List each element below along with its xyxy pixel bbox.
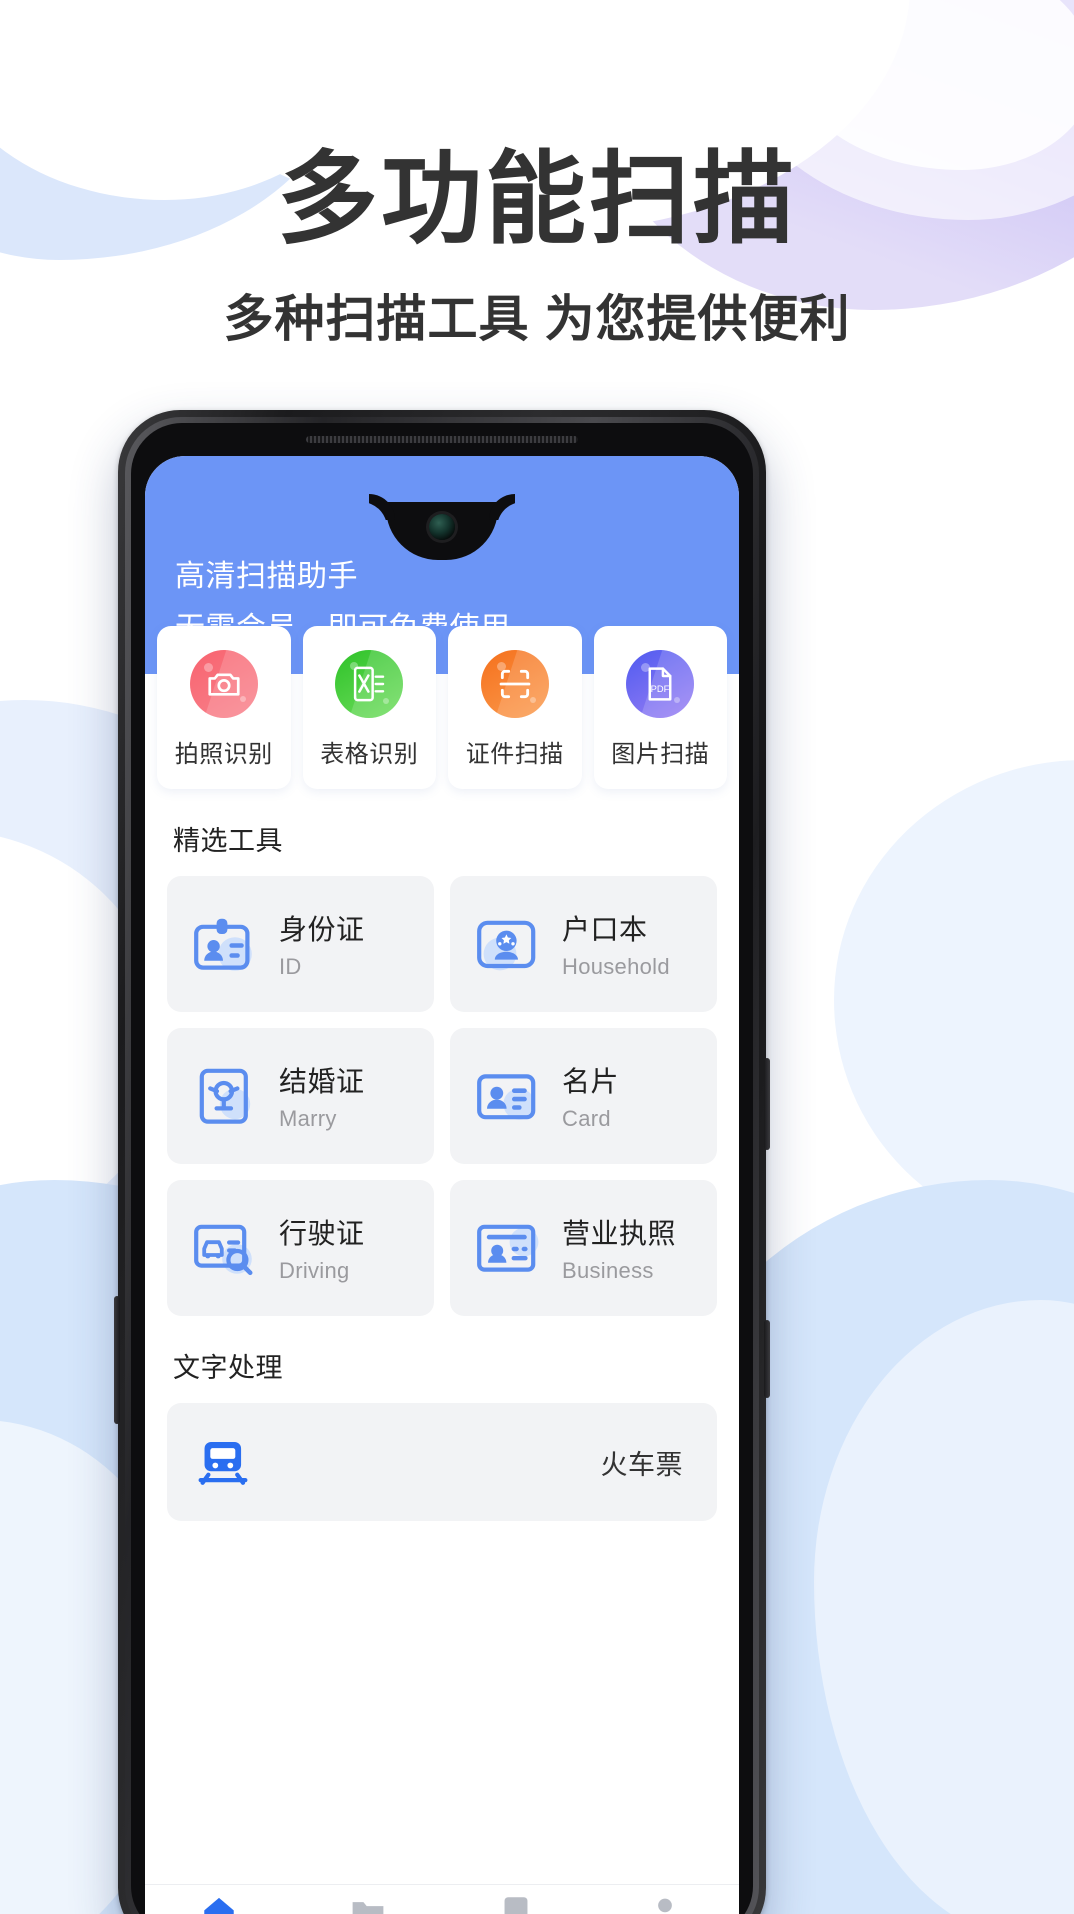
promo-headline: 多功能扫描 [276,144,797,256]
train-ticket-icon [198,1442,248,1485]
folder-icon [352,1902,384,1914]
app-header-title: 高清扫描助手 [175,560,358,593]
promo-text-block: 多功能扫描 多种扫描工具 为您提供便利 [0,144,1074,351]
phone-mockup: 高清扫描助手 无需会员，即可免费使用 拍照识别 [114,410,770,1914]
volume-button[interactable] [764,1320,770,1398]
bottom-navigation-bar [145,1884,739,1914]
text-tool-row-train-ticket[interactable]: 火车票 [167,1403,717,1521]
text-tool-label: 火车票 [600,1449,683,1480]
profile-icon [657,1898,672,1913]
tool-label-en: Card [562,1106,611,1131]
tool-label-cn: 身份证 [279,914,365,945]
tool-label-en: Driving [279,1258,350,1283]
tool-label-cn: 名片 [562,1066,620,1097]
quick-action-label: 表格识别 [320,741,419,768]
tool-card-business[interactable]: 营业执照 Business [450,1180,717,1316]
tool-label-cn: 结婚证 [279,1066,365,1097]
tool-label-en: Household [562,954,670,979]
quick-action-image-scan[interactable]: PDF 图片扫描 [593,626,727,789]
quick-action-photo-recognition[interactable]: 拍照识别 [157,626,291,789]
spreadsheet-icon [335,650,404,718]
quick-action-label: 证件扫描 [465,741,564,768]
nav-item-profile[interactable] [591,1893,740,1914]
phone-screen: 高清扫描助手 无需会员，即可免费使用 拍照识别 [145,456,739,1914]
tool-labels: 行驶证 Driving [279,1212,365,1284]
tool-label-en: Marry [279,1106,337,1131]
quick-action-label: 图片扫描 [611,741,710,768]
camera-icon [189,650,258,718]
business-card-icon [477,1074,536,1120]
business-license-icon [477,1224,539,1272]
tool-card-card[interactable]: 名片 Card [450,1028,717,1164]
power-button[interactable] [764,1058,770,1150]
tool-card-id[interactable]: 身份证 ID [167,876,434,1012]
quick-action-row: 拍照识别 表格识别 证件扫描 PDF 图片扫描 [145,626,739,789]
nav-item-files[interactable] [294,1893,443,1914]
quick-action-id-scan[interactable]: 证件扫描 [448,626,582,789]
tool-label-en: Business [562,1258,654,1283]
tool-labels: 户口本 Household [562,908,670,980]
tool-labels: 名片 Card [562,1060,619,1132]
id-card-icon [194,918,252,971]
promo-screenshot: 多功能扫描 多种扫描工具 为您提供便利 高清扫描助手 无需会员，即可免费使用 [0,0,1074,1914]
home-icon [204,1897,234,1914]
household-book-icon [477,920,536,971]
nav-item-home[interactable] [145,1893,294,1914]
pdf-icon: PDF [626,650,695,718]
driving-license-icon [194,1224,253,1276]
tool-card-driving[interactable]: 行驶证 Driving [167,1180,434,1316]
tool-card-household[interactable]: 户口本 Household [450,876,717,1012]
nav-item-documents[interactable] [442,1893,591,1914]
quick-action-label: 拍照识别 [174,741,273,768]
tool-label-cn: 营业执照 [562,1218,677,1249]
tool-labels: 结婚证 Marry [279,1060,365,1132]
front-camera-icon [429,514,455,540]
section-title-text-processing: 文字处理 [173,1353,283,1383]
document-icon [504,1897,528,1914]
svg-text:PDF: PDF [651,684,670,694]
earpiece-speaker [306,436,578,443]
tool-labels: 营业执照 Business [562,1212,676,1284]
featured-tools-grid: 身份证 ID 户口本 Household 结婚证 Marry 名片 Card 行… [145,876,739,1316]
section-title-featured-tools: 精选工具 [173,826,283,856]
blob-mid-right [834,760,1074,1240]
quick-action-table-recognition[interactable]: 表格识别 [302,626,436,789]
tool-label-cn: 行驶证 [279,1218,365,1249]
tool-card-marry[interactable]: 结婚证 Marry [167,1028,434,1164]
left-side-button[interactable] [114,1296,120,1424]
tool-label-en: ID [279,954,302,979]
promo-subheadline: 多种扫描工具 为您提供便利 [223,291,851,348]
scan-frame-icon [480,650,549,718]
tool-label-cn: 户口本 [562,914,648,945]
tool-labels: 身份证 ID [279,908,365,980]
marriage-certificate-icon [199,1068,251,1124]
